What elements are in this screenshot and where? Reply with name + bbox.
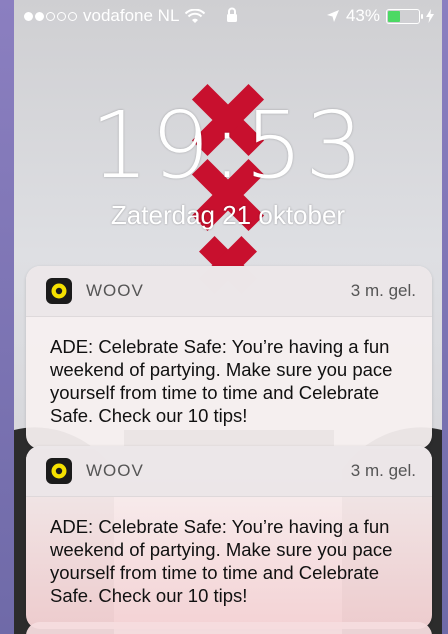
notification-app-name: WOOV	[86, 461, 144, 480]
signal-dot	[24, 11, 33, 21]
notification-message: ADE: Celebrate Safe: You’re having a fun…	[50, 336, 393, 426]
woov-app-icon	[46, 278, 72, 304]
signal-dot	[35, 11, 44, 21]
lock-screen-time: 19:53	[90, 92, 366, 199]
woov-app-icon	[46, 458, 72, 484]
notification-timestamp: 3 m. gel.	[350, 461, 416, 480]
notification-card[interactable]: WOOV 3 m. gel. ADE: Celebrate Safe: You’…	[26, 446, 432, 629]
carrier-name: vodafone NL	[83, 6, 180, 25]
notification-message: ADE: Celebrate Safe: You’re having a fun…	[50, 516, 393, 606]
signal-dot	[57, 11, 66, 21]
wifi-icon	[185, 8, 206, 23]
notification-card-peek[interactable]	[26, 622, 432, 634]
lock-screen: vodafone NL 43% 19:53 Zaterdag 21 oktobe…	[14, 0, 442, 634]
lock-screen-date: Zaterdag 21 oktober	[110, 200, 346, 230]
signal-dot	[68, 11, 77, 21]
notification-card[interactable]: WOOV 3 m. gel. ADE: Celebrate Safe: You’…	[26, 266, 432, 449]
notification-timestamp: 3 m. gel.	[350, 281, 416, 300]
charging-bolt-icon	[426, 9, 434, 23]
notification-header: WOOV 3 m. gel.	[26, 446, 432, 497]
notification-header: WOOV 3 m. gel.	[26, 266, 432, 317]
battery-level	[388, 10, 401, 22]
battery-icon	[386, 8, 423, 24]
lock-icon	[227, 7, 237, 22]
status-bar: vodafone NL 43%	[14, 0, 442, 34]
signal-strength-indicator	[24, 11, 77, 21]
battery-percentage: 43%	[345, 6, 380, 25]
signal-dot	[46, 11, 55, 21]
notification-app-name: WOOV	[86, 281, 144, 300]
location-arrow-icon	[326, 10, 339, 22]
device-frame: vodafone NL 43% 19:53 Zaterdag 21 oktobe…	[0, 0, 448, 634]
